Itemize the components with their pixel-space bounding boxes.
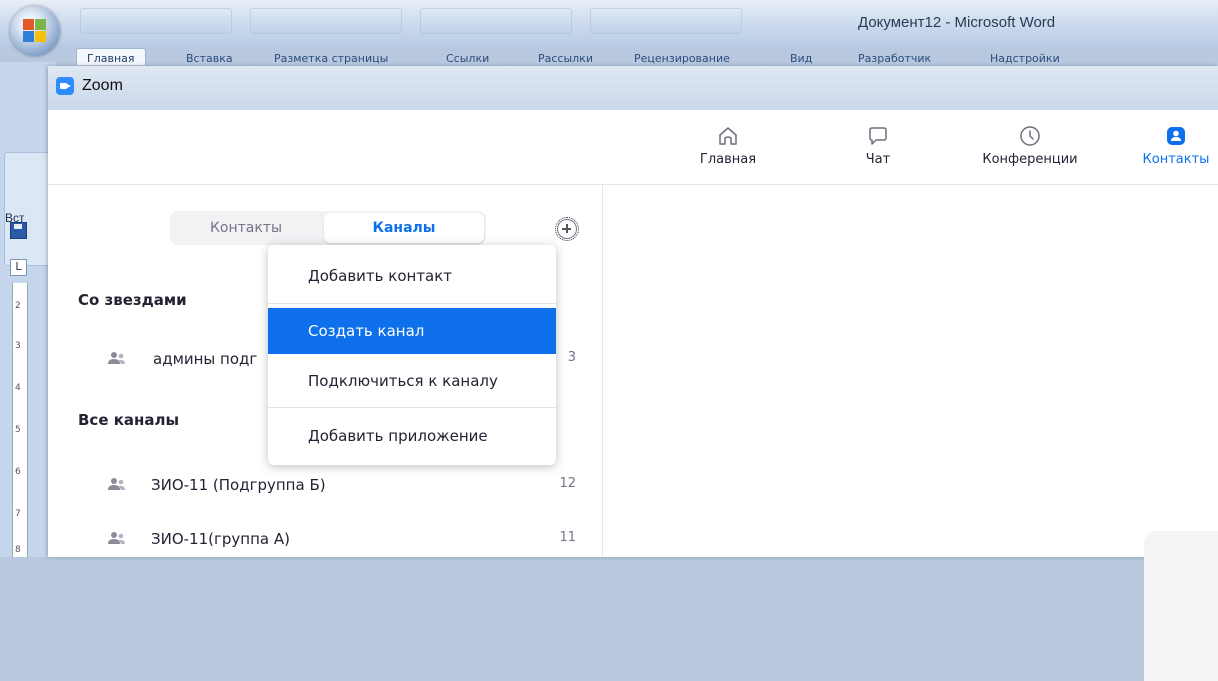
group-icon: [108, 352, 125, 364]
word-taskbar-button: [250, 8, 402, 34]
ruler-number: 3: [15, 341, 21, 351]
add-menu: Добавить контакт Создать канал Подключит…: [268, 245, 556, 465]
add-plus-icon[interactable]: [555, 217, 579, 241]
word-tab-page-layout[interactable]: Разметка страницы: [274, 52, 388, 65]
word-ribbon-tabs: Главная Вставка Разметка страницы Ссылки…: [68, 46, 1218, 66]
word-title-bar: Документ12 - Microsoft Word: [0, 0, 1218, 46]
word-tab-addins[interactable]: Надстройки: [990, 52, 1060, 65]
menu-add-app[interactable]: Добавить приложение: [268, 413, 556, 459]
save-icon[interactable]: [10, 222, 27, 239]
nav-contacts[interactable]: Контакты: [1136, 118, 1216, 167]
word-taskbar-button: [590, 8, 742, 34]
word-taskbar-button: [420, 8, 572, 34]
word-tab-mailings[interactable]: Рассылки: [538, 52, 593, 65]
menu-join-channel[interactable]: Подключиться к каналу: [268, 358, 556, 404]
tab-stop-selector[interactable]: L: [10, 259, 27, 276]
channel-row[interactable]: ЗИО-11(группа А) 11: [106, 528, 576, 552]
ruler-number: 5: [15, 425, 21, 435]
office-button[interactable]: [10, 6, 60, 56]
word-tab-view[interactable]: Вид: [790, 52, 812, 65]
window-title: Zoom: [82, 77, 123, 94]
word-tab-developer[interactable]: Разработчик: [858, 52, 931, 65]
vertical-ruler: 2 3 4 5 6 7 8: [12, 283, 28, 557]
zoom-window: Zoom Главная Чат Конференции Контакты Ко…: [48, 66, 1218, 681]
word-taskbar-button: [80, 8, 232, 34]
channel-row[interactable]: ЗИО-11 (Подгруппа Б) 12: [106, 474, 576, 498]
word-tab-insert[interactable]: Вставка: [186, 52, 233, 65]
nav-contacts-label: Контакты: [1142, 152, 1210, 167]
group-icon: [108, 532, 125, 544]
channel-name: ЗИО-11(группа А): [151, 530, 290, 548]
tab-channels[interactable]: Каналы: [324, 213, 484, 243]
channel-name: ЗИО-11 (Подгруппа Б): [151, 476, 326, 494]
contacts-channels-switch: Контакты Каналы: [170, 211, 486, 245]
word-paste-button[interactable]: Вст: [4, 152, 52, 266]
zoom-app-icon: [56, 77, 74, 95]
member-count: 12: [559, 476, 576, 491]
nav-home[interactable]: Главная: [693, 118, 763, 167]
word-tab-review[interactable]: Рецензирование: [634, 52, 730, 65]
nav-chat-label: Чат: [865, 152, 891, 167]
office-logo-icon: [23, 19, 47, 43]
menu-divider: [268, 303, 556, 304]
ruler-number: 8: [15, 545, 21, 555]
nav-meetings-label: Конференции: [982, 152, 1078, 167]
top-navigation: Главная Чат Конференции Контакты: [48, 110, 1218, 185]
nav-meetings[interactable]: Конференции: [970, 118, 1090, 167]
section-starred: Со звездами: [78, 291, 187, 309]
channel-name: админы подг: [153, 350, 258, 368]
nav-chat[interactable]: Чат: [856, 118, 900, 167]
word-tab-references[interactable]: Ссылки: [446, 52, 489, 65]
member-count: 3: [567, 350, 576, 365]
detail-panel: [603, 185, 1218, 681]
member-count: 11: [559, 530, 576, 545]
nav-home-label: Главная: [699, 152, 757, 167]
tab-contacts[interactable]: Контакты: [170, 211, 322, 245]
ruler-number: 4: [15, 383, 21, 393]
ruler-number: 2: [15, 301, 21, 311]
contacts-icon: [1167, 127, 1185, 145]
home-icon: [719, 127, 737, 145]
word-tab-home[interactable]: Главная: [76, 48, 146, 65]
word-document-title: Документ12 - Microsoft Word: [858, 14, 1056, 31]
menu-divider: [268, 407, 556, 408]
section-all-channels: Все каналы: [78, 411, 180, 429]
clock-icon: [1020, 126, 1040, 146]
menu-create-channel[interactable]: Создать канал: [268, 308, 556, 354]
group-icon: [108, 478, 125, 490]
zoom-title-bar: Zoom: [48, 66, 1218, 111]
placeholder-illustration: [1144, 531, 1218, 681]
menu-add-contact[interactable]: Добавить контакт: [268, 253, 556, 299]
chat-icon: [869, 127, 887, 145]
ruler-number: 7: [15, 509, 21, 519]
ruler-number: 6: [15, 467, 21, 477]
